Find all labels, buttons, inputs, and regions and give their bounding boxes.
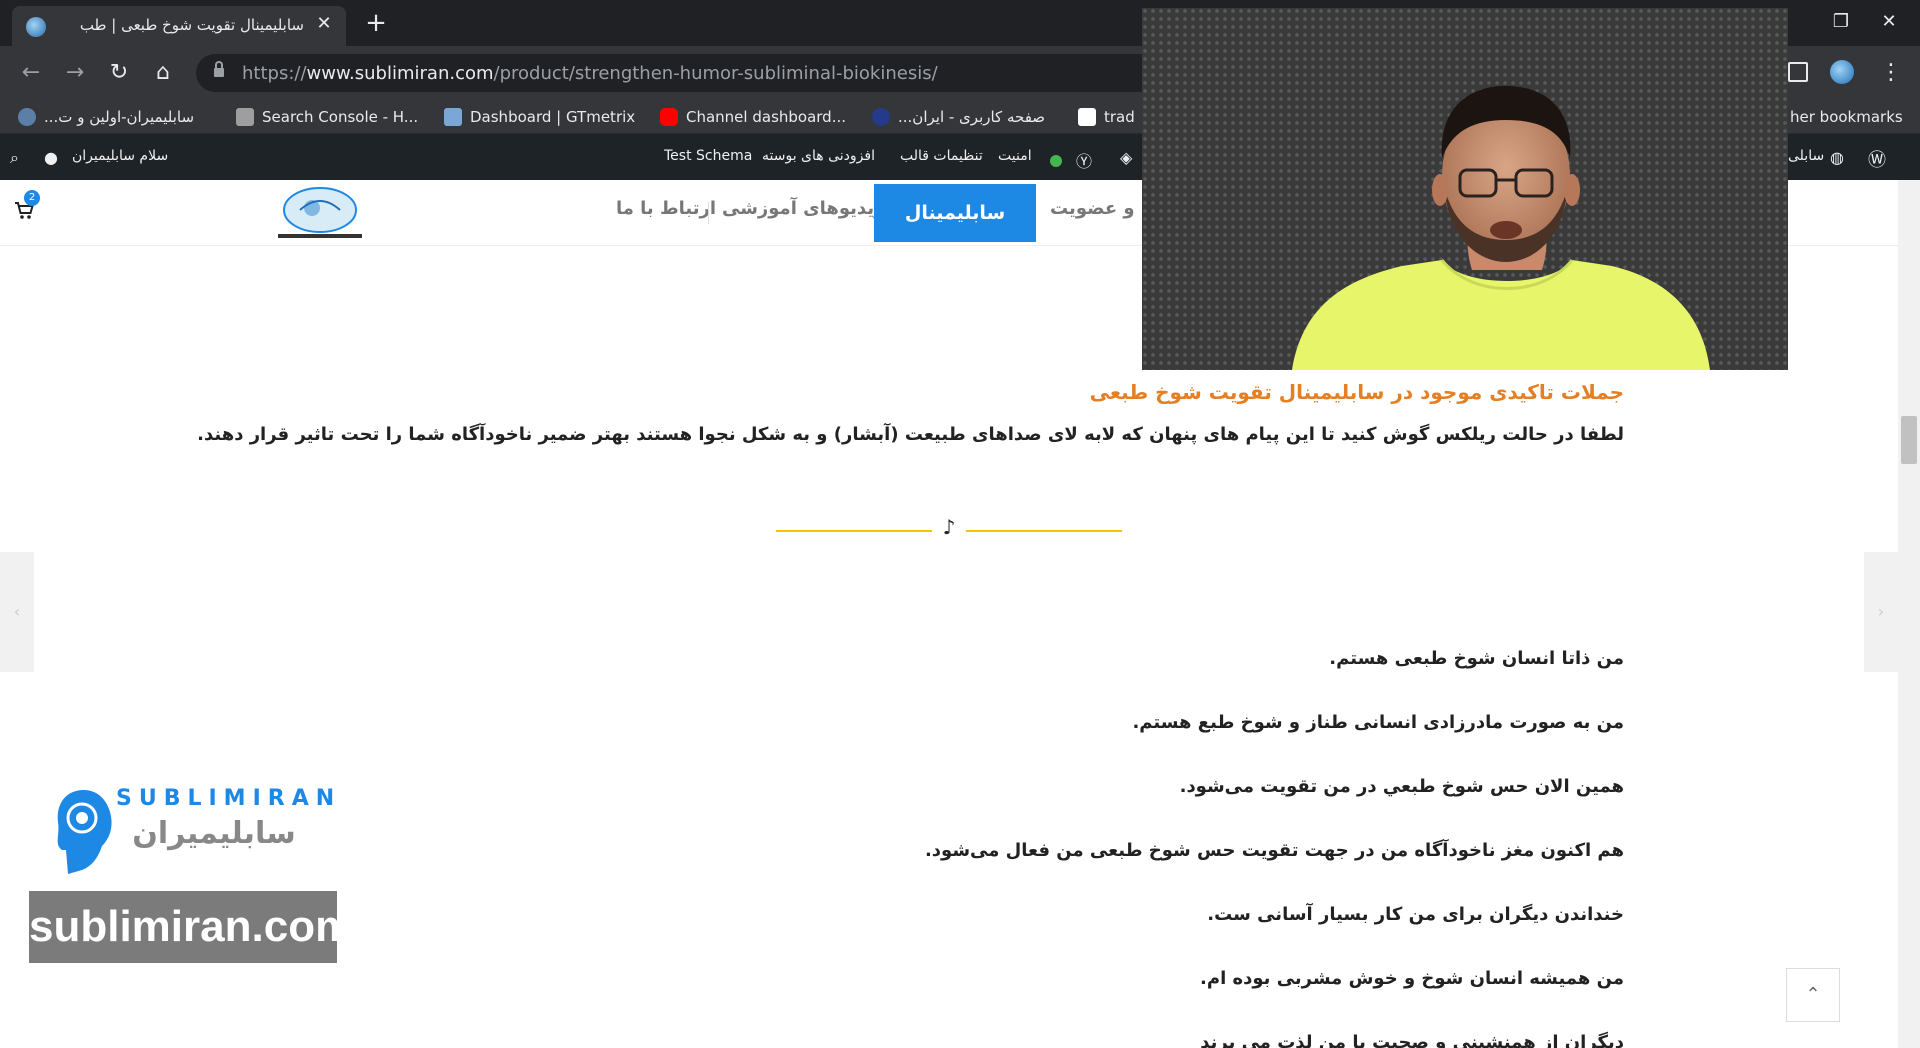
nav-what-is-subliminal[interactable]: سابلیمینال چیست (874, 184, 1036, 282)
bookmark-label: سابلیمیران-اولین و ت... (44, 108, 195, 126)
tradingview-icon (1078, 108, 1096, 126)
section-title: جملات تاکیدی موجود در سابلیمینال تقویت ش… (1089, 380, 1624, 404)
bookmark-item[interactable]: سابلیمیران-اولین و ت... (18, 106, 194, 128)
bookmark-item[interactable]: Search Console - H... (236, 106, 418, 128)
watermark-logo: SUBLIMIRAN سابلیمیران (52, 786, 334, 880)
divider-line-right (966, 530, 1122, 532)
bookmark-label: trad (1104, 108, 1135, 126)
theme-settings-link[interactable]: تنظیمات قالب (900, 148, 983, 164)
screen: { "browser": { "tab_title": "سابلیمینال … (0, 0, 1920, 1048)
gtmetrix-icon (444, 108, 462, 126)
home-button[interactable]: ⌂ (150, 60, 176, 86)
watermark-brand-fa: سابلیمیران (132, 816, 296, 851)
url-text: https://www.sublimiran.com/product/stren… (242, 63, 938, 84)
intro-paragraph: لطفا در حالت ریلکس گوش کنید تا این پیام … (197, 424, 1624, 445)
site-icon (872, 108, 890, 126)
bookmark-item[interactable]: صفحه کاربری - ایران... (872, 106, 1045, 128)
diamond-icon[interactable]: ◈ (1120, 148, 1132, 167)
other-bookmarks-label: her bookmarks (1790, 108, 1903, 126)
search-icon[interactable]: ⌕ (10, 148, 19, 168)
greeting[interactable]: سلام سابلیمیران (72, 148, 168, 164)
lock-icon[interactable] (214, 61, 224, 78)
divider-line-left (776, 530, 932, 532)
new-tab-button[interactable]: + (362, 10, 390, 38)
yoast-icon[interactable]: Ⓨ (1076, 148, 1092, 172)
next-product-arrow[interactable]: › (1864, 552, 1898, 672)
user-icon: ● (44, 148, 58, 167)
prev-product-arrow[interactable]: ‹ (0, 552, 34, 672)
bookmark-label: Channel dashboard... (686, 108, 847, 126)
nav-contact[interactable]: ارتباط با ما (616, 198, 716, 219)
other-bookmarks[interactable]: her bookmarks (1790, 106, 1903, 128)
presenter-video-icon (1292, 85, 1710, 370)
bookmark-item[interactable]: trad (1078, 106, 1135, 128)
bookmark-item[interactable]: Channel dashboard... (660, 106, 846, 128)
affirmation-item: خنداندن دیگران برای من کار بسیار آسانی س… (1207, 904, 1624, 925)
dashboard-icon[interactable]: ◍ (1830, 148, 1844, 167)
page-scrollbar[interactable] (1898, 180, 1920, 1048)
browser-tab[interactable]: سابلیمینال تقویت شوخ طبعی | طب ✕ (12, 6, 346, 46)
site-name-link[interactable]: سابلی (1788, 148, 1824, 164)
wordpress-logo-icon[interactable]: Ⓦ (1868, 146, 1886, 172)
youtube-icon (660, 108, 678, 126)
search-console-icon (236, 108, 254, 126)
scroll-to-top-button[interactable]: ⌃ (1786, 968, 1840, 1022)
music-note-icon: ♪ (942, 515, 956, 539)
affirmation-item: همین الان حس شوخ طبعي در من تقویت می‌شود… (1179, 776, 1624, 797)
affirmation-item: من به صورت مادرزادی انسانی طناز و شوخ طب… (1132, 712, 1624, 733)
webcam-overlay (1142, 8, 1788, 370)
site-logo[interactable] (272, 184, 368, 244)
affirmation-item: من ذاتا انسان شوخ طبعی هستم. (1329, 648, 1624, 669)
back-button[interactable]: ← (18, 60, 44, 86)
status-dot-icon (1050, 155, 1062, 167)
scrollbar-thumb[interactable] (1901, 416, 1917, 464)
cart-count-badge: 2 (24, 190, 40, 206)
forward-button[interactable]: → (62, 60, 88, 86)
watermark-url: sublimiran.com (29, 891, 354, 963)
security-link[interactable]: امنیت (998, 148, 1032, 164)
brain-head-icon (57, 790, 112, 874)
restore-window-icon[interactable]: ❐ (1826, 10, 1856, 34)
close-tab-icon[interactable]: ✕ (314, 14, 334, 34)
bookmark-item[interactable]: Dashboard | GTmetrix (444, 106, 635, 128)
reload-button[interactable]: ↻ (106, 60, 132, 86)
tab-title: سابلیمینال تقویت شوخ طبعی | طب (79, 16, 304, 34)
bookmark-label: صفحه کاربری - ایران... (898, 108, 1046, 126)
sidebar-panel-icon[interactable] (1788, 62, 1808, 82)
menu-kebab-icon[interactable]: ⋮ (1878, 60, 1904, 86)
bookmark-label: Search Console - H... (262, 108, 419, 126)
nav-videos[interactable]: ویدیوهای آموزشی (722, 198, 885, 219)
close-window-icon[interactable]: ✕ (1874, 10, 1904, 34)
test-schema-link[interactable]: Test Schema (664, 148, 752, 164)
affirmation-item: دیگران از همنشینی و صحبت با من لذت می بر… (1200, 1032, 1624, 1048)
affirmation-item: من همیشه انسان شوخ و خوش مشربی بوده ام. (1200, 968, 1624, 989)
nav-separator (708, 202, 709, 224)
watermark-brand-en: SUBLIMIRAN (116, 786, 342, 811)
profile-avatar-icon[interactable] (1830, 60, 1854, 84)
plugins-link[interactable]: افزودنی های بوسته (762, 148, 875, 164)
bookmark-label: Dashboard | GTmetrix (470, 108, 636, 126)
affirmation-item: هم اکنون مغز ناخودآگاه من در جهت تقویت ح… (924, 840, 1624, 861)
sublimiran-icon (18, 108, 36, 126)
